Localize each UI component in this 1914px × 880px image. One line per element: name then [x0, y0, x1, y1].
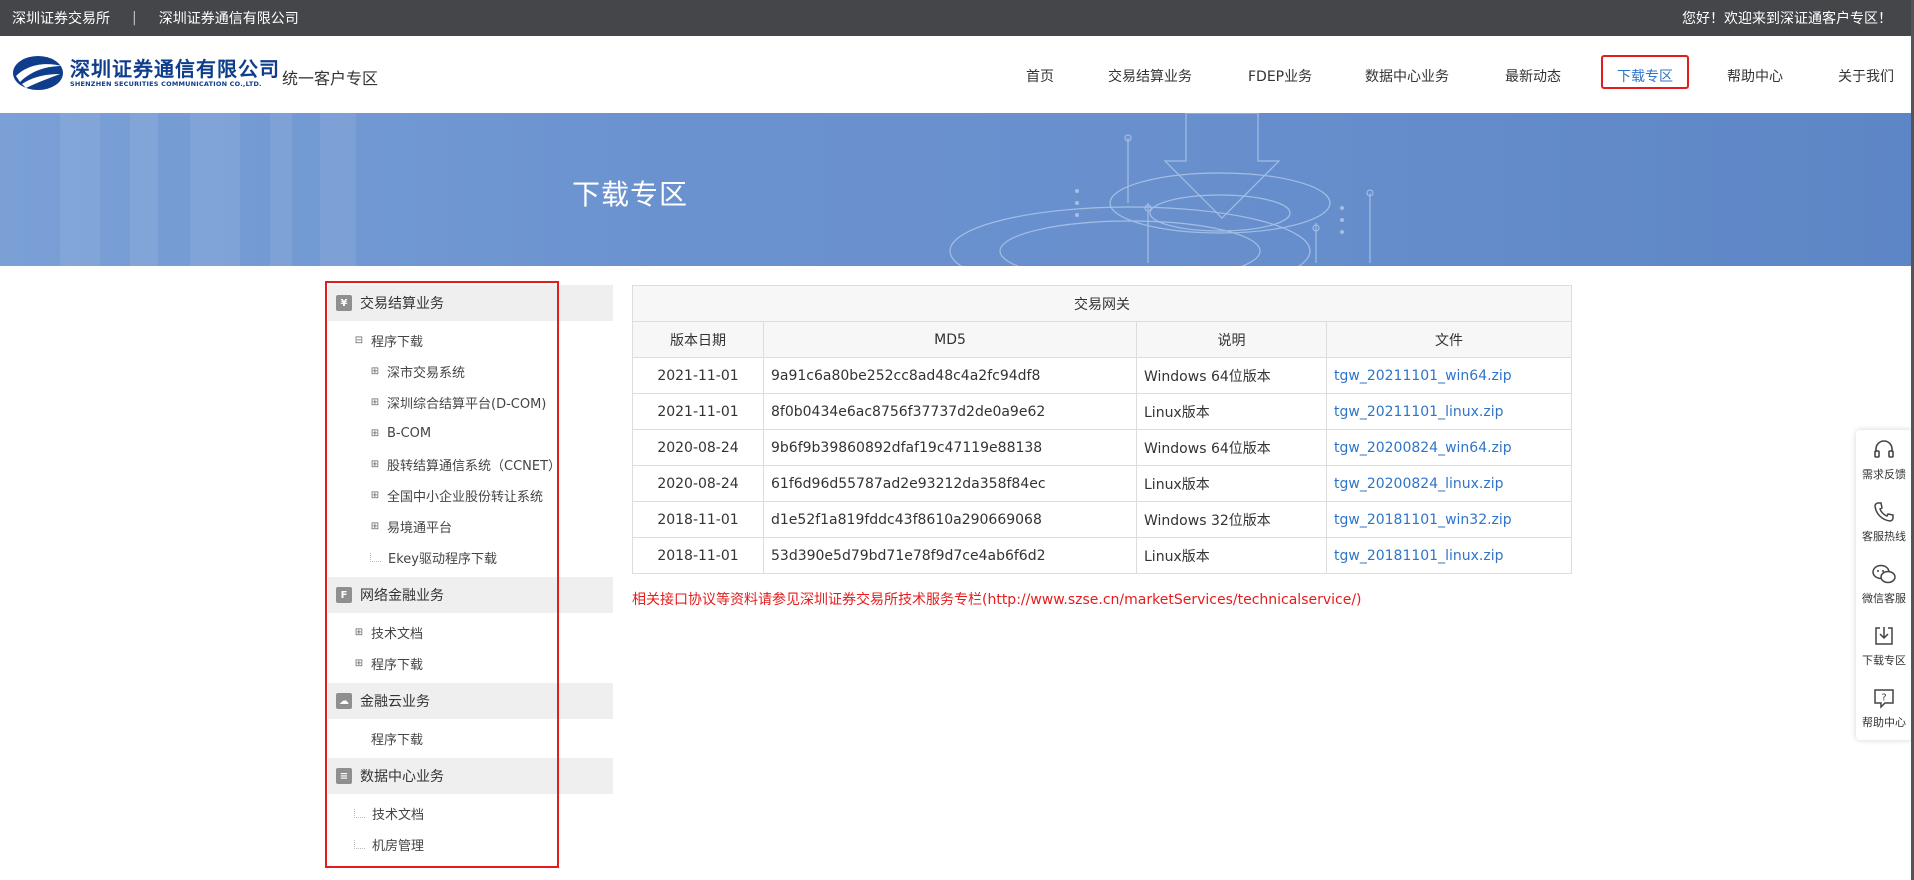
sscc-link[interactable]: 深圳证券通信有限公司	[159, 8, 299, 28]
cell-md5: 53d390e5d79bd71e78f9d7ce4ab6f6d2	[763, 537, 1137, 574]
main-nav: 首页 交易结算业务 FDEP业务 数据中心业务 最新动态 下载专区 帮助中心 关…	[0, 36, 1914, 113]
cell-desc: Linux版本	[1136, 393, 1327, 430]
nav-trade-settlement[interactable]: 交易结算业务	[1108, 66, 1192, 86]
active-nav-highlight	[1601, 55, 1689, 89]
cell-md5: 9b6f9b39860892dfaf19c47119e88138	[763, 429, 1137, 466]
cell-date: 2018-11-01	[632, 501, 764, 538]
table-row: 2021-11-01 8f0b0434e6ac8756f37737d2de0a9…	[632, 393, 1572, 430]
szse-link[interactable]: 深圳证券交易所	[12, 8, 110, 28]
nav-fdep[interactable]: FDEP业务	[1248, 66, 1312, 86]
file-download-link[interactable]: tgw_20211101_win64.zip	[1334, 368, 1512, 384]
column-header-desc: 说明	[1136, 321, 1327, 358]
cell-desc: Linux版本	[1136, 465, 1327, 502]
wechat-icon	[1872, 564, 1896, 584]
wechat-service-button[interactable]: 微信客服	[1856, 554, 1912, 614]
help-center-button[interactable]: ? 帮助中心	[1856, 678, 1912, 738]
cell-date: 2020-08-24	[632, 465, 764, 502]
cell-desc: Windows 64位版本	[1136, 429, 1327, 466]
float-label: 帮助中心	[1862, 716, 1906, 729]
gateway-download-table: 交易网关 版本日期 MD5 说明 文件 2021-11-01 9a91c6a80…	[632, 285, 1572, 574]
float-label: 下载专区	[1862, 654, 1906, 667]
table-row: 2018-11-01 53d390e5d79bd71e78f9d7ce4ab6f…	[632, 537, 1572, 574]
file-download-link[interactable]: tgw_20211101_linux.zip	[1334, 404, 1503, 420]
hotline-button[interactable]: 客服热线	[1856, 492, 1912, 552]
floating-service-bar: 需求反馈 客服热线 微信客服 下载专区 ? 帮助中心	[1856, 430, 1912, 740]
table-row: 2020-08-24 9b6f9b39860892dfaf19c47119e88…	[632, 429, 1572, 466]
column-header-file: 文件	[1326, 321, 1572, 358]
cell-date: 2018-11-01	[632, 537, 764, 574]
cell-desc: Linux版本	[1136, 537, 1327, 574]
cell-md5: 8f0b0434e6ac8756f37737d2de0a9e62	[763, 393, 1137, 430]
tech-service-note[interactable]: 相关接口协议等资料请参见深圳证券交易所技术服务专栏(http://www.szs…	[632, 589, 1362, 609]
help-icon: ?	[1874, 689, 1894, 709]
download-table-container: 交易网关 版本日期 MD5 说明 文件 2021-11-01 9a91c6a80…	[632, 285, 1572, 574]
top-bar: 深圳证券交易所 | 深圳证券通信有限公司 您好！欢迎来到深证通客户专区！	[0, 0, 1914, 36]
cell-desc: Windows 64位版本	[1136, 357, 1327, 394]
cell-date: 2020-08-24	[632, 429, 764, 466]
banner-graphic-icon	[60, 113, 1374, 266]
sidebar-highlight-box	[325, 281, 559, 868]
table-row: 2020-08-24 61f6d96d55787ad2e93212da358f8…	[632, 465, 1572, 502]
column-header-md5: MD5	[763, 321, 1137, 358]
page-banner: 下载专区	[0, 113, 1914, 266]
file-download-link[interactable]: tgw_20200824_win64.zip	[1334, 440, 1512, 456]
download-zone-button[interactable]: 下载专区	[1856, 616, 1912, 676]
nav-about-us[interactable]: 关于我们	[1838, 66, 1894, 86]
column-header-date: 版本日期	[632, 321, 764, 358]
cell-date: 2021-11-01	[632, 393, 764, 430]
float-label: 客服热线	[1862, 530, 1906, 543]
float-label: 微信客服	[1862, 592, 1906, 605]
nav-latest-news[interactable]: 最新动态	[1505, 66, 1561, 86]
nav-data-center[interactable]: 数据中心业务	[1365, 66, 1449, 86]
file-download-link[interactable]: tgw_20200824_linux.zip	[1334, 476, 1503, 492]
cell-md5: d1e52f1a819fddc43f8610a290669068	[763, 501, 1137, 538]
table-row: 2021-11-01 9a91c6a80be252cc8ad48c4a2fc94…	[632, 357, 1572, 394]
cell-desc: Windows 32位版本	[1136, 501, 1327, 538]
file-download-link[interactable]: tgw_20181101_win32.zip	[1334, 512, 1512, 528]
banner-title: 下载专区	[572, 178, 689, 211]
greeting-text: 您好！欢迎来到深证通客户专区！	[1682, 11, 1892, 27]
file-download-link[interactable]: tgw_20181101_linux.zip	[1334, 548, 1503, 564]
phone-icon	[1874, 502, 1894, 522]
feedback-button[interactable]: 需求反馈	[1856, 430, 1912, 490]
nav-home[interactable]: 首页	[1026, 66, 1054, 86]
cell-date: 2021-11-01	[632, 357, 764, 394]
nav-help-center[interactable]: 帮助中心	[1727, 66, 1783, 86]
cell-md5: 61f6d96d55787ad2e93212da358f84ec	[763, 465, 1137, 502]
headset-icon	[1874, 440, 1894, 458]
topbar-separator: |	[132, 10, 137, 26]
table-row: 2018-11-01 d1e52f1a819fddc43f8610a290669…	[632, 501, 1572, 538]
float-label: 需求反馈	[1862, 468, 1906, 481]
download-icon	[1875, 627, 1893, 645]
cell-md5: 9a91c6a80be252cc8ad48c4a2fc94df8	[763, 357, 1137, 394]
table-caption: 交易网关	[632, 285, 1572, 322]
svg-text:?: ?	[1881, 693, 1886, 704]
site-header: 深圳证券通信有限公司 SHENZHEN SECURITIES COMMUNICA…	[0, 36, 1914, 113]
